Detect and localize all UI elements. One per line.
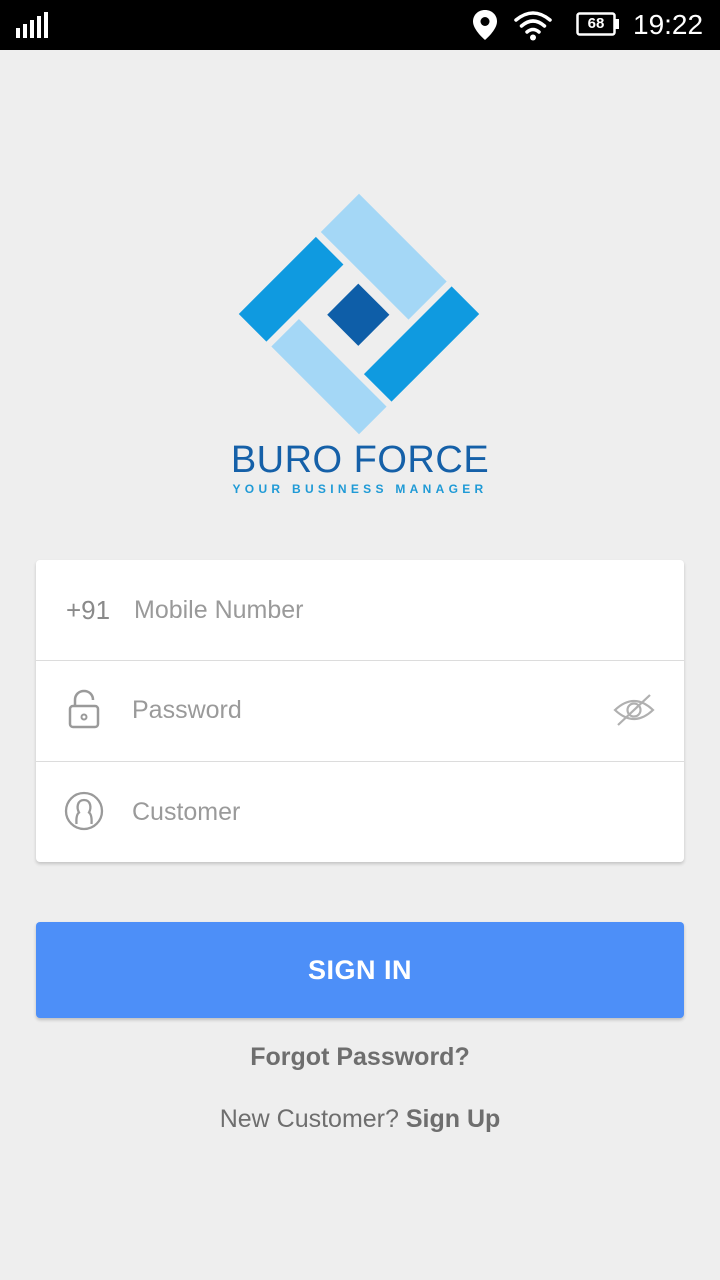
mobile-number-row: +91 bbox=[36, 560, 684, 661]
new-customer-text: New Customer? bbox=[219, 1105, 399, 1133]
brand-tagline: YOUR BUSINESS MANAGER bbox=[232, 482, 488, 496]
logo-tile-left bbox=[238, 236, 344, 342]
buro-force-logo-icon bbox=[238, 193, 480, 435]
forgot-password-link[interactable]: Forgot Password? bbox=[160, 1040, 560, 1074]
status-bar: 68 19:22 bbox=[0, 0, 720, 50]
status-time: 19:22 bbox=[633, 9, 704, 40]
customer-row bbox=[36, 762, 684, 862]
password-row bbox=[36, 660, 684, 762]
mobile-number-input[interactable] bbox=[134, 590, 654, 630]
sign-in-button[interactable]: SIGN IN bbox=[36, 922, 684, 1018]
login-form-card: +91 bbox=[36, 560, 684, 862]
password-input[interactable] bbox=[132, 690, 592, 730]
country-code[interactable]: +91 bbox=[66, 594, 110, 626]
user-icon bbox=[64, 791, 104, 831]
signal-icon bbox=[16, 12, 48, 38]
location-icon bbox=[473, 10, 497, 40]
lock-icon bbox=[68, 689, 100, 729]
wifi-icon bbox=[514, 11, 552, 41]
eye-off-icon[interactable] bbox=[612, 692, 656, 728]
logo-tile-center bbox=[327, 283, 390, 346]
battery-level: 68 bbox=[587, 15, 605, 32]
brand-name: BURO FORCE bbox=[230, 439, 490, 481]
sign-up-link[interactable]: Sign Up bbox=[406, 1105, 500, 1133]
logo-tile-top bbox=[320, 193, 447, 320]
signup-prompt: New Customer? Sign Up bbox=[110, 1102, 610, 1136]
customer-input[interactable] bbox=[132, 792, 652, 832]
